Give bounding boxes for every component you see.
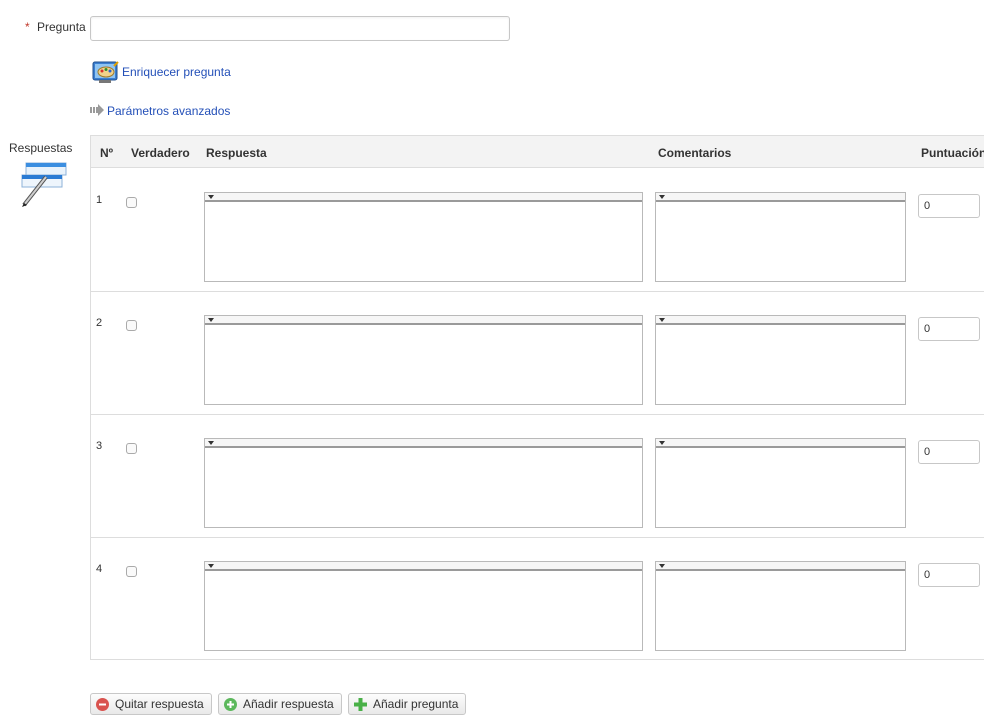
true-checkbox[interactable] (126, 443, 137, 454)
score-input[interactable] (918, 317, 980, 341)
comment-editor[interactable] (655, 315, 906, 405)
answer-editor[interactable] (204, 315, 643, 405)
remove-answer-button[interactable]: Quitar respuesta (90, 693, 212, 715)
advanced-params-link[interactable]: Parámetros avanzados (107, 104, 230, 118)
editor-toolbar[interactable] (656, 316, 905, 325)
table-row: 3 (91, 415, 984, 538)
dropdown-arrow-icon[interactable] (208, 564, 214, 568)
editor-toolbar[interactable] (656, 562, 905, 571)
required-marker: * (25, 20, 30, 34)
dropdown-arrow-icon[interactable] (208, 195, 214, 199)
dropdown-arrow-icon[interactable] (659, 195, 665, 199)
score-input[interactable] (918, 194, 980, 218)
arrow-right-icon[interactable] (90, 104, 104, 116)
dropdown-arrow-icon[interactable] (659, 441, 665, 445)
row-number: 4 (96, 563, 103, 575)
plus-icon (354, 697, 367, 711)
comment-editor[interactable] (655, 561, 906, 651)
add-question-label: Añadir pregunta (373, 697, 459, 711)
editor-toolbar[interactable] (205, 439, 642, 448)
dropdown-arrow-icon[interactable] (659, 564, 665, 568)
editor-toolbar[interactable] (656, 439, 905, 448)
add-answer-button[interactable]: Añadir respuesta (218, 693, 342, 715)
remove-answer-label: Quitar respuesta (115, 697, 204, 711)
row-number: 2 (96, 317, 103, 329)
comment-editor[interactable] (655, 192, 906, 282)
comment-editor[interactable] (655, 438, 906, 528)
answers-table: Nº Verdadero Respuesta Comentarios Puntu… (90, 135, 984, 660)
answer-editor[interactable] (204, 561, 643, 651)
minus-circle-icon (96, 697, 109, 711)
true-checkbox[interactable] (126, 566, 137, 577)
true-checkbox[interactable] (126, 320, 137, 331)
table-row: 4 (91, 538, 984, 661)
editor-toolbar[interactable] (656, 193, 905, 202)
plus-circle-icon (224, 697, 237, 711)
table-row: 2 (91, 292, 984, 415)
answer-editor[interactable] (204, 438, 643, 528)
enrich-question-link[interactable]: Enriquecer pregunta (122, 65, 231, 79)
answer-editor[interactable] (204, 192, 643, 282)
score-input[interactable] (918, 440, 980, 464)
add-answer-label: Añadir respuesta (243, 697, 334, 711)
column-header-comments: Comentarios (658, 146, 732, 160)
row-number: 1 (96, 194, 103, 206)
row-number: 3 (96, 440, 103, 452)
column-header-num: Nº (100, 146, 114, 160)
editor-pen-icon (18, 161, 70, 207)
paint-palette-icon[interactable] (92, 60, 120, 86)
column-header-score: Puntuación (921, 146, 984, 160)
dropdown-arrow-icon[interactable] (208, 441, 214, 445)
editor-toolbar[interactable] (205, 562, 642, 571)
dropdown-arrow-icon[interactable] (659, 318, 665, 322)
answers-label: Respuestas (9, 141, 73, 155)
score-input[interactable] (918, 563, 980, 587)
true-checkbox[interactable] (126, 197, 137, 208)
table-row: 1 (91, 169, 984, 292)
question-input[interactable] (90, 16, 510, 41)
dropdown-arrow-icon[interactable] (208, 318, 214, 322)
editor-toolbar[interactable] (205, 193, 642, 202)
answers-table-header: Nº Verdadero Respuesta Comentarios Puntu… (91, 136, 984, 168)
question-label: Pregunta (37, 20, 86, 34)
column-header-answer: Respuesta (206, 146, 267, 160)
add-question-button[interactable]: Añadir pregunta (348, 693, 467, 715)
column-header-true: Verdadero (131, 146, 190, 160)
editor-toolbar[interactable] (205, 316, 642, 325)
